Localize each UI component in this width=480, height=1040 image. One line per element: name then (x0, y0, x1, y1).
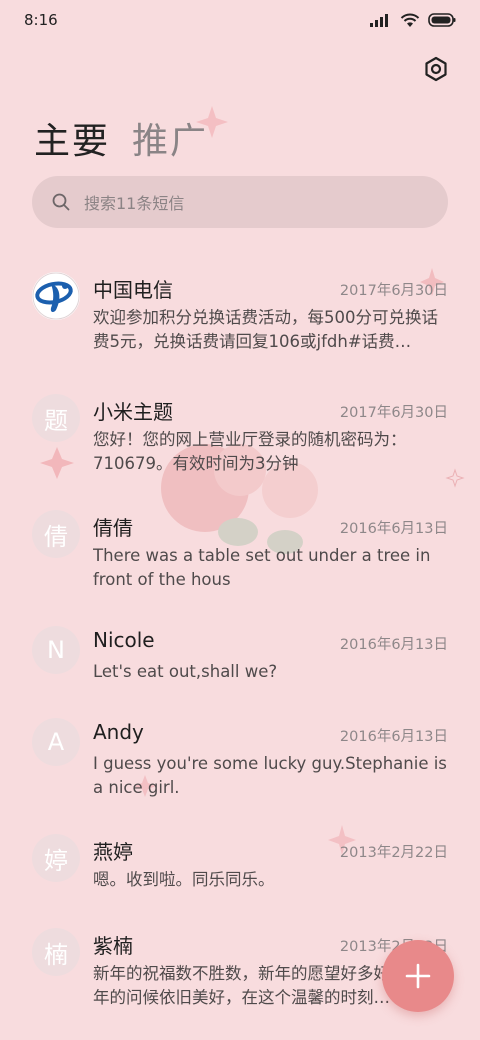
avatar: N (32, 626, 80, 674)
message-date: 2016年6月13日 (339, 637, 448, 653)
message-date: 2013年2月22日 (339, 845, 448, 861)
avatar: 题 (32, 394, 80, 442)
message-preview: 欢迎参加积分兑换话费活动，每500分可兑换话费5元，兑换话费请回复106或jfd… (93, 308, 438, 351)
conversation-row[interactable]: 倩 倩倩 2016年6月13日 There was a table set ou… (0, 504, 480, 604)
message-date: 2016年6月13日 (339, 521, 448, 537)
message-date: 2017年6月30日 (339, 283, 448, 299)
china-telecom-logo-icon (32, 272, 80, 320)
status-bar: 8:16 (0, 0, 480, 40)
signal-icon (370, 14, 388, 27)
battery-icon (428, 13, 456, 27)
avatar: 倩 (32, 510, 80, 558)
conversation-row[interactable]: A Andy 2016年6月13日 I guess you're some lu… (0, 712, 480, 812)
conversation-row[interactable]: 中国电信 2017年6月30日 欢迎参加积分兑换话费活动，每500分可兑换话费5… (0, 266, 480, 366)
conversation-row[interactable]: N Nicole 2016年6月13日 Let's eat out,shall … (0, 620, 480, 696)
message-preview: Let's eat out,shall we? (93, 662, 278, 681)
contact-name: Andy (93, 720, 144, 744)
message-date: 2016年6月13日 (339, 729, 448, 745)
message-preview: I guess you're some lucky guy.Stephanie … (93, 754, 447, 797)
message-preview: There was a table set out under a tree i… (93, 546, 431, 589)
status-time: 8:16 (24, 11, 58, 29)
contact-name: 中国电信 (93, 278, 173, 302)
status-icons (370, 13, 456, 28)
contact-name: 倩倩 (93, 516, 133, 540)
new-message-button[interactable] (382, 940, 454, 1012)
avatar (32, 272, 80, 320)
settings-button[interactable] (422, 55, 450, 83)
contact-name: Nicole (93, 628, 155, 652)
message-date: 2017年6月30日 (339, 405, 448, 421)
plus-icon (405, 963, 431, 989)
avatar: A (32, 718, 80, 766)
tab-primary[interactable]: 主要 (34, 112, 110, 164)
gear-icon (425, 56, 447, 82)
avatar: 楠 (32, 928, 80, 976)
conversation-row[interactable]: 婷 燕婷 2013年2月22日 嗯。收到啦。同乐同乐。 (0, 828, 480, 904)
tab-bar: 主要 推广 (34, 112, 208, 164)
message-preview: 您好！您的网上营业厅登录的随机密码为：710679。有效时间为3分钟 (93, 430, 407, 473)
message-preview: 嗯。收到啦。同乐同乐。 (93, 870, 275, 889)
conversation-row[interactable]: 题 小米主题 2017年6月30日 您好！您的网上营业厅登录的随机密码为：710… (0, 388, 480, 488)
contact-name: 紫楠 (93, 934, 133, 958)
contact-name: 燕婷 (93, 840, 133, 864)
tab-promotions[interactable]: 推广 (132, 112, 208, 164)
contact-name: 小米主题 (93, 400, 173, 424)
search-icon (52, 193, 70, 211)
wifi-icon (400, 13, 420, 27)
search-bar[interactable]: 搜索11条短信 (32, 176, 448, 228)
avatar: 婷 (32, 834, 80, 882)
search-placeholder[interactable]: 搜索11条短信 (84, 190, 184, 214)
